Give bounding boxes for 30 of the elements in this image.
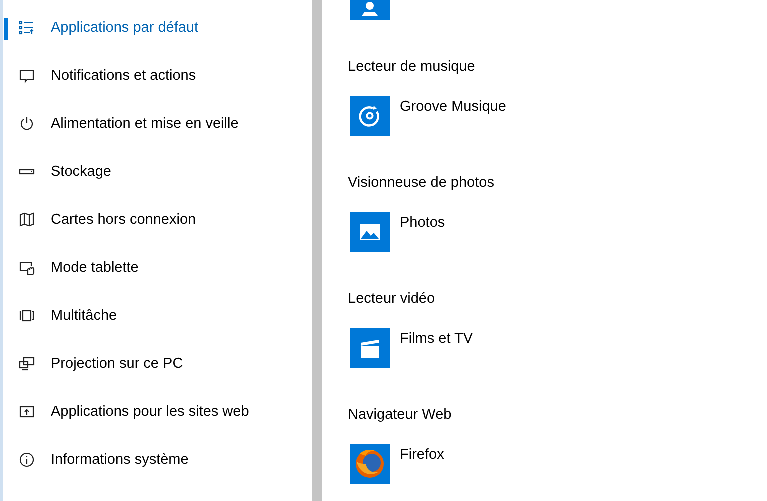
sidebar-item[interactable]: Informations système: [3, 436, 312, 484]
sidebar-item[interactable]: Projection sur ce PC: [3, 340, 312, 388]
photo-icon[interactable]: [350, 212, 390, 252]
sidebar-item[interactable]: Applications par défaut: [3, 4, 312, 52]
map-icon: [19, 212, 35, 228]
info-icon: [19, 452, 35, 468]
sidebar-item[interactable]: Mode tablette: [3, 244, 312, 292]
sidebar-item[interactable]: Stockage: [3, 148, 312, 196]
sidebar-item[interactable]: Cartes hors connexion: [3, 196, 312, 244]
speech-bubble-icon: [19, 68, 35, 84]
section-heading: Lecteur de musique: [348, 58, 476, 77]
section-heading: Navigateur Web: [348, 406, 453, 425]
scrollbar[interactable]: [312, 0, 322, 501]
windows-icon: [19, 308, 35, 324]
sidebar-item[interactable]: Notifications et actions: [3, 52, 312, 100]
fox-globe-icon[interactable]: [350, 444, 390, 484]
section-heading: Lecteur vidéo: [348, 290, 436, 309]
clapperboard-icon[interactable]: [350, 328, 390, 368]
sidebar-item[interactable]: Multitâche: [3, 292, 312, 340]
section-heading: Visionneuse de photos: [348, 174, 496, 193]
app-name[interactable]: Groove Musique: [400, 98, 506, 116]
power-icon: [19, 116, 35, 132]
monitors-icon: [19, 356, 35, 372]
app-name[interactable]: Firefox: [400, 446, 444, 464]
app-name[interactable]: Films et TV: [400, 330, 474, 348]
sidebar-item[interactable]: Applications pour les sites web: [3, 388, 312, 436]
sidebar-item[interactable]: Alimentation et mise en veille: [3, 100, 312, 148]
tablet-icon: [19, 260, 35, 276]
app-name[interactable]: Photos: [400, 214, 446, 232]
list-icon: [19, 20, 35, 36]
